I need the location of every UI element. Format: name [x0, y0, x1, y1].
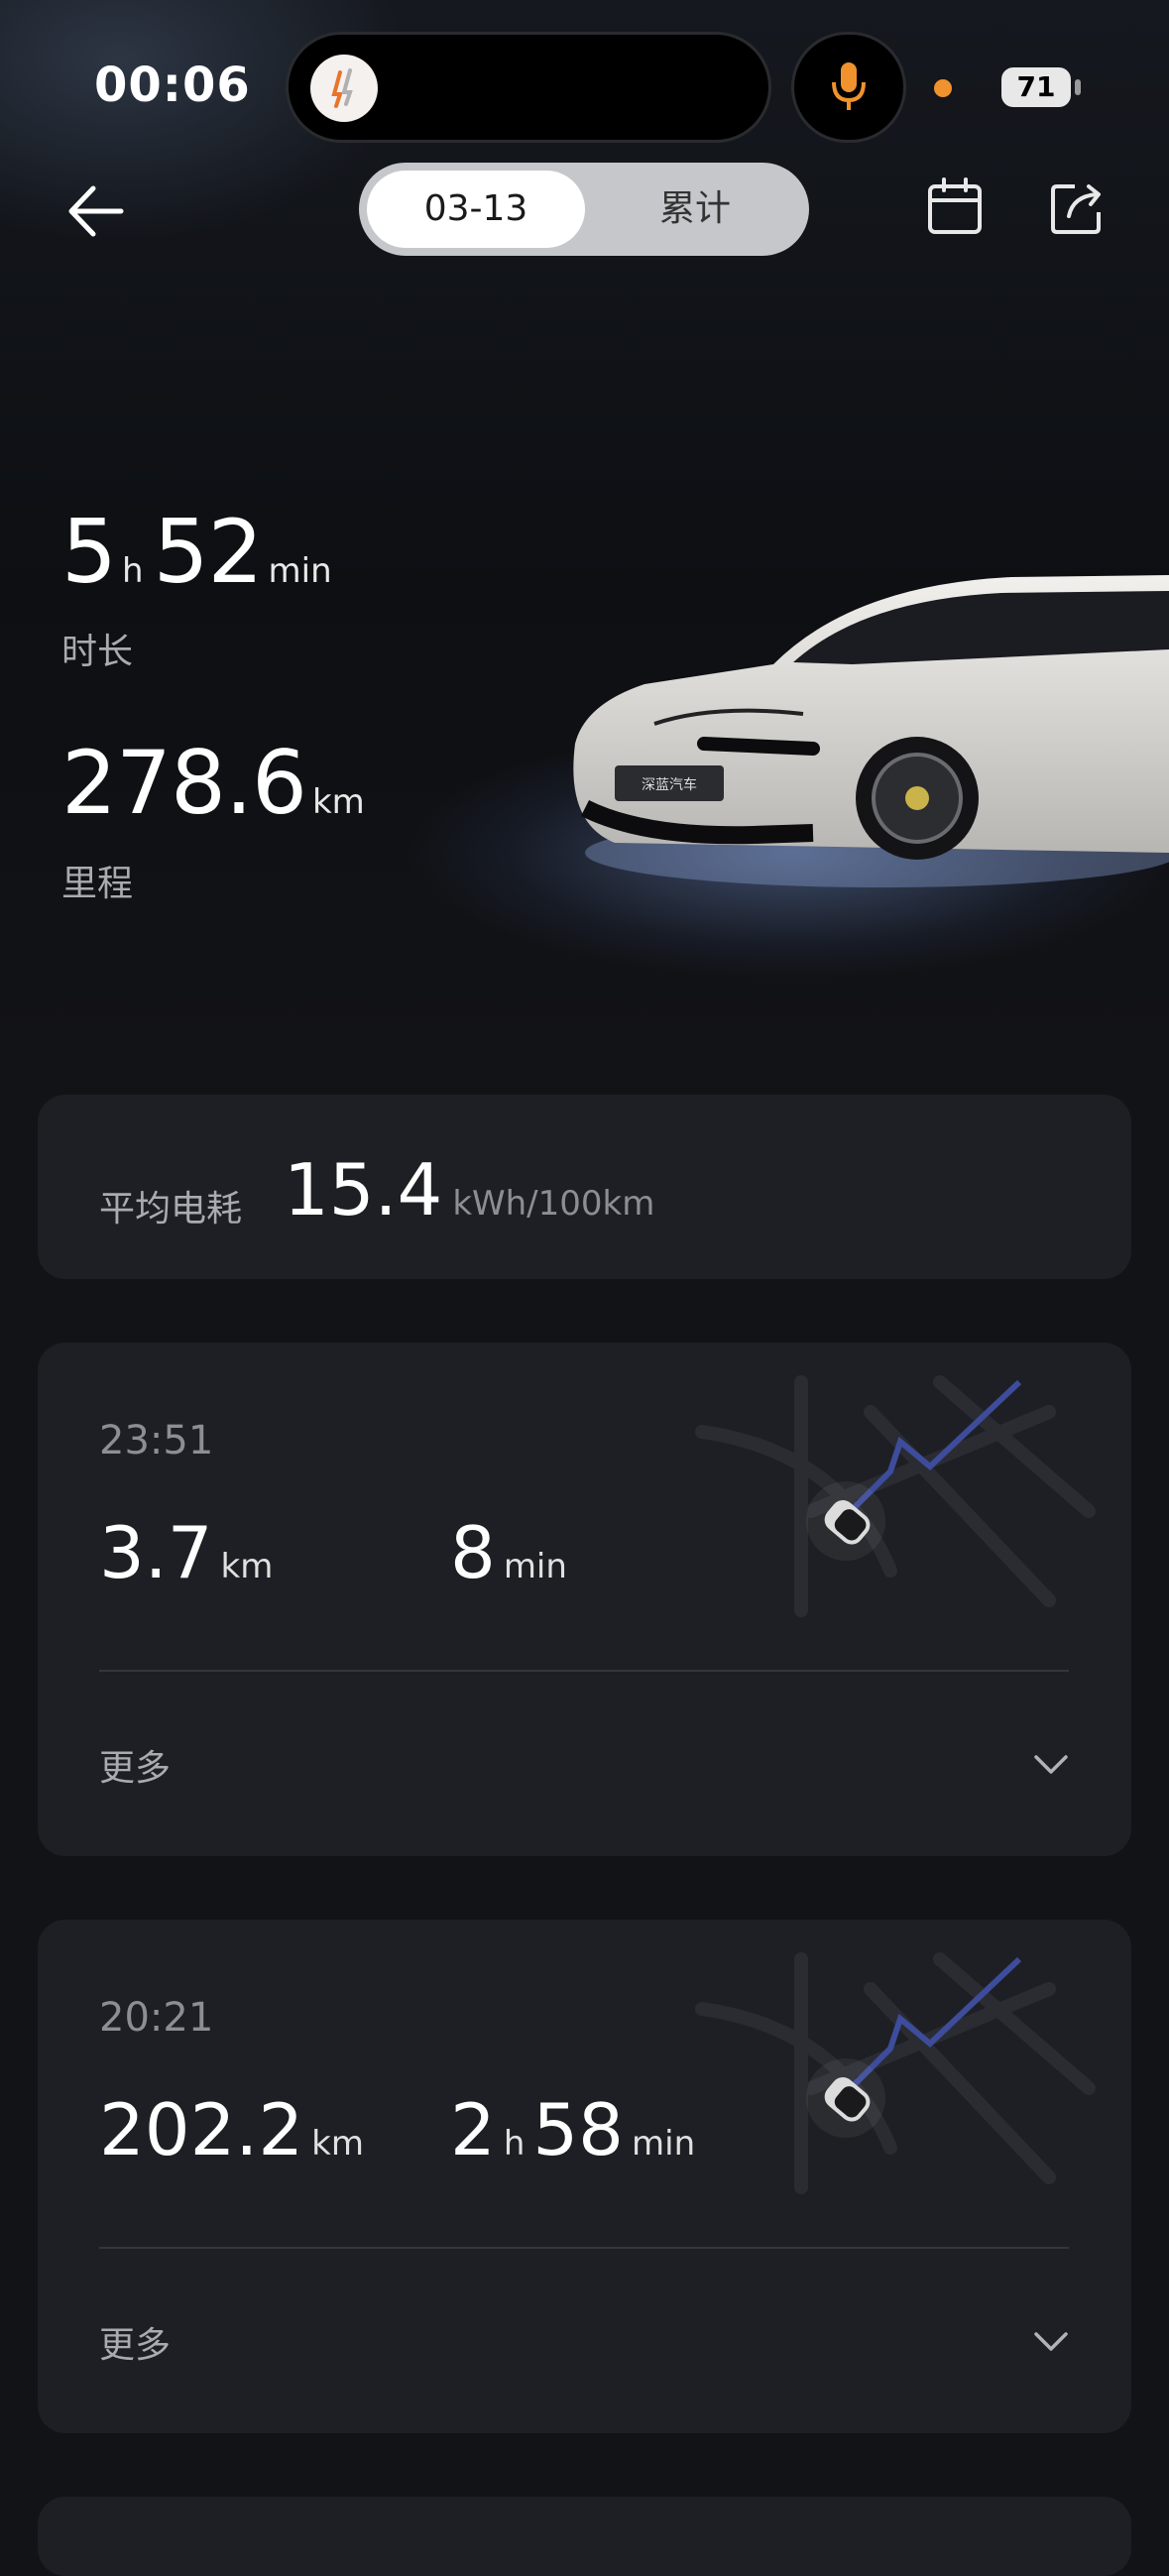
avg-consumption-label: 平均电耗: [99, 1189, 243, 1229]
duration-label: 时长: [61, 632, 134, 672]
back-arrow-icon: [68, 185, 124, 237]
chevron-down-icon[interactable]: [1031, 1749, 1071, 1779]
status-bar: 00:06 71: [0, 0, 1169, 159]
route-map-thumbnail: [695, 1375, 1096, 1617]
avg-consumption-card: 平均电耗 15.4 kWh/100km: [38, 1095, 1131, 1279]
mileage-label: 里程: [61, 864, 134, 904]
battery-indicator: 71: [1001, 67, 1071, 107]
svg-text:深蓝汽车: 深蓝汽车: [642, 776, 697, 793]
tab-total[interactable]: 累计: [589, 171, 801, 248]
date-segmented-control[interactable]: 03-13 累计: [359, 163, 809, 256]
mic-icon: [832, 62, 866, 110]
trip-card[interactable]: 23:51 3.7 km 8 min 更多: [38, 1343, 1131, 1856]
chevron-down-icon[interactable]: [1031, 2326, 1071, 2356]
back-button[interactable]: [61, 176, 131, 246]
tab-date[interactable]: 03-13: [367, 171, 585, 248]
trip-start-time: 23:51: [99, 1418, 214, 1464]
share-icon: [1051, 184, 1101, 234]
trip-card-partial[interactable]: [38, 2497, 1131, 2576]
more-button[interactable]: 更多: [99, 1739, 171, 1791]
battery-tip: [1075, 79, 1081, 95]
share-button[interactable]: [1045, 175, 1111, 240]
privacy-indicator-dot: [934, 79, 952, 97]
divider: [99, 2247, 1069, 2249]
dynamic-island[interactable]: [286, 32, 771, 143]
divider: [99, 1670, 1069, 1672]
route-map-thumbnail: [695, 1952, 1096, 2194]
avg-consumption-value: 15.4 kWh/100km: [284, 1148, 655, 1231]
trip-start-time: 20:21: [99, 1995, 214, 2041]
car-image: 深蓝汽车: [573, 575, 1169, 887]
mic-indicator[interactable]: [791, 32, 906, 143]
trip-distance: 202.2 km: [99, 2088, 364, 2171]
more-button[interactable]: 更多: [99, 2316, 171, 2368]
calendar-button[interactable]: [922, 175, 988, 240]
calendar-icon: [928, 177, 982, 234]
mileage-value: 278.6 km: [61, 732, 365, 834]
app-activity-icon: [310, 55, 378, 122]
trip-duration: 2 h 58 min: [450, 2088, 696, 2171]
duration-value: 5 h 52 min: [61, 501, 332, 603]
trip-distance: 3.7 km: [99, 1511, 274, 1594]
status-time: 00:06: [94, 58, 251, 113]
trip-card[interactable]: 20:21 202.2 km 2 h 58 min 更多: [38, 1920, 1131, 2433]
trip-duration: 8 min: [450, 1511, 567, 1594]
